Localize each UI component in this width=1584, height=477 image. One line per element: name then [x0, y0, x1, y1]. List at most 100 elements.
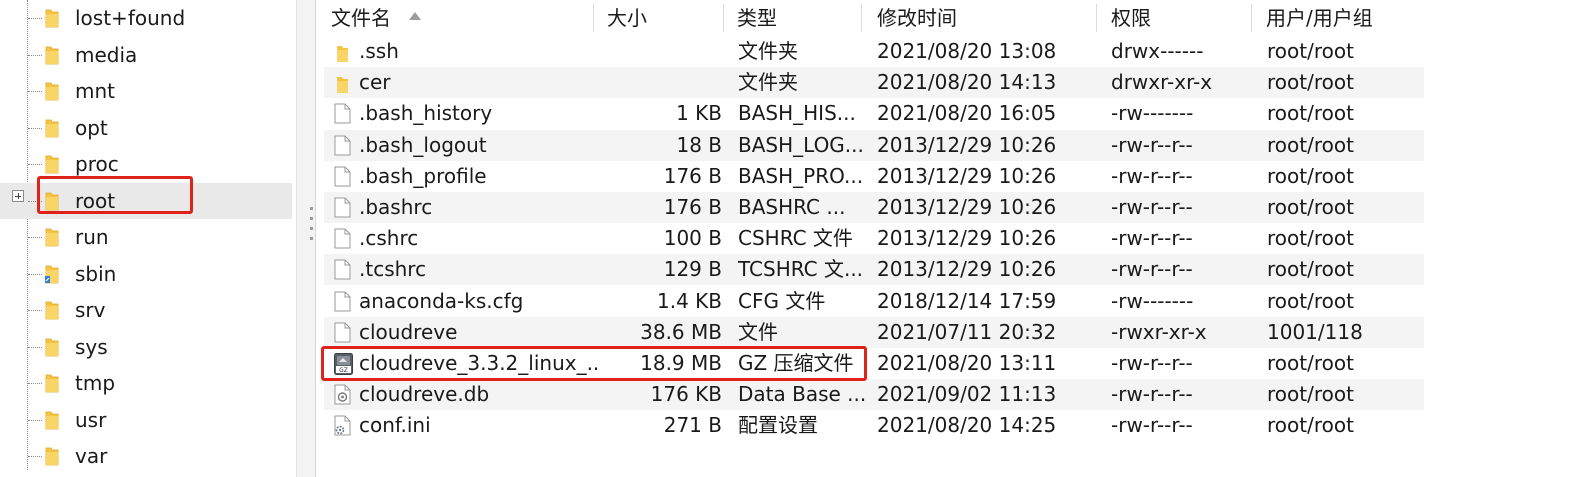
folder-link-icon: [45, 264, 59, 284]
file-owner: root/root: [1267, 39, 1354, 63]
file-row[interactable]: cer 文件夹 2021/08/20 14:13 drwxr-xr-x root/roo…: [324, 67, 1424, 99]
file-row[interactable]: anaconda-ks.cfg 1.4 KB CFG 文件 2018/12/14 17…: [324, 286, 1424, 317]
tree-item-tmp[interactable]: tmp: [0, 365, 292, 402]
file-modified: 2021/08/20 14:13: [877, 70, 1057, 95]
folder-icon: [45, 45, 59, 65]
file-row[interactable]: .ssh 文件夹 2021/08/20 13:08 drwx------ root/ro…: [324, 36, 1424, 67]
file-row[interactable]: cloudreve 38.6 MB 文件 2021/07/11 20:32 -rwxr-…: [324, 316, 1424, 348]
file-type: CSHRC 文件: [738, 226, 853, 251]
file-modified: 2021/08/20 13:11: [877, 351, 1057, 375]
file-name: .bash_profile: [359, 163, 487, 188]
file-row[interactable]: .cshrc 100 B CSHRC 文件 2013/12/29 10:26 -rw-r…: [324, 223, 1424, 254]
file-row[interactable]: conf.ini 271 B 配置设置 2021/08/20 14:25 -rw-r--…: [324, 410, 1424, 441]
file-permissions: drwxr-xr-x: [1111, 70, 1213, 95]
file-modified: 2021/08/20 16:05: [877, 101, 1057, 126]
column-header-size[interactable]: 大小: [607, 4, 647, 32]
file-size: 176 KB: [650, 382, 722, 407]
tree-item-label: media: [75, 42, 138, 67]
pane-splitter[interactable]: [297, 0, 316, 477]
column-separator[interactable]: [861, 4, 862, 32]
file-permissions: -rw-r--r--: [1111, 351, 1193, 375]
tree-connector: [28, 91, 42, 92]
file-type: 文件: [738, 319, 778, 344]
expand-root-icon[interactable]: [12, 190, 24, 202]
file-icon: [334, 322, 351, 343]
folder-icon: [45, 227, 59, 247]
file-size: 1 KB: [676, 101, 722, 126]
file-type: 文件夹: [738, 70, 798, 95]
file-modified: 2021/09/02 11:13: [877, 382, 1057, 407]
column-header-type[interactable]: 类型: [737, 4, 777, 32]
file-permissions: -rw-r--r--: [1111, 413, 1193, 438]
tree-item-sys[interactable]: sys: [0, 329, 292, 366]
file-row[interactable]: .bashrc 176 B BASHRC ... 2013/12/29 10:26 -r…: [324, 192, 1424, 223]
directory-tree: lost+found media mnt opt proc root run sbin srv s…: [0, 0, 297, 477]
file-owner: root/root: [1267, 132, 1354, 157]
tree-item-opt[interactable]: opt: [0, 110, 292, 147]
file-icon: [334, 135, 351, 156]
file-icon: [334, 197, 351, 218]
file-icon: [334, 166, 351, 187]
column-separator[interactable]: [723, 4, 724, 32]
file-modified: 2013/12/29 10:26: [877, 226, 1057, 251]
file-owner: root/root: [1267, 70, 1354, 95]
tree-item-srv[interactable]: srv: [0, 292, 292, 329]
column-separator[interactable]: [1096, 4, 1097, 32]
column-header-name[interactable]: 文件名: [331, 4, 391, 32]
folder-icon: [45, 118, 59, 138]
folder-icon: [45, 81, 59, 101]
file-permissions: -rw-r--r--: [1111, 163, 1193, 188]
file-row[interactable]: .bash_history 1 KB BASH_HIS... 2021/08/20 1…: [324, 98, 1424, 129]
folder-icon: [45, 446, 59, 466]
file-size: 100 B: [663, 226, 722, 251]
file-name: .cshrc: [359, 226, 419, 251]
folder-icon: [45, 8, 59, 28]
tree-item-label: sys: [75, 334, 108, 359]
tree-item-label: lost+found: [75, 6, 186, 30]
tree-item-run[interactable]: run: [0, 219, 292, 256]
file-permissions: drwx------: [1111, 39, 1204, 63]
file-icon: [334, 291, 351, 312]
folder-icon: [337, 43, 348, 62]
column-header-owner[interactable]: 用户/用户组: [1266, 4, 1373, 32]
tree-item-media[interactable]: media: [0, 37, 292, 74]
file-type: 文件夹: [738, 39, 798, 63]
tree-item-label: tmp: [75, 371, 116, 395]
tree-item-label: mnt: [75, 79, 115, 103]
folder-icon: [337, 74, 348, 94]
column-header-modified[interactable]: 修改时间: [877, 4, 957, 32]
tree-connector: [28, 419, 42, 421]
tree-item-mnt[interactable]: mnt: [0, 73, 292, 110]
file-name: .bash_logout: [359, 132, 487, 157]
file-type: BASHRC ...: [738, 195, 846, 219]
tree-item-var[interactable]: var: [0, 438, 292, 475]
file-icon: [334, 103, 351, 124]
file-type: Data Base ...: [738, 382, 867, 407]
file-owner: root/root: [1267, 413, 1354, 438]
file-row[interactable]: cloudreve.db 176 KB Data Base ... 2021/09/0…: [324, 379, 1424, 411]
file-list: 文件名 大小 类型 修改时间 权限 用户/用户组 .ssh 文件夹 2021/08/…: [316, 0, 1584, 477]
column-header-permissions[interactable]: 权限: [1111, 4, 1151, 32]
sort-ascending-icon: [409, 12, 421, 20]
tree-connector: [28, 164, 42, 165]
folder-icon: [45, 154, 59, 174]
file-permissions: -rw-r--r--: [1111, 257, 1193, 282]
file-owner: root/root: [1267, 226, 1354, 251]
file-name: conf.ini: [359, 413, 431, 438]
file-row[interactable]: .bash_profile 176 B BASH_PRO... 2013/12/29 …: [324, 161, 1424, 192]
file-list-header: 文件名 大小 类型 修改时间 权限 用户/用户组: [316, 0, 1584, 36]
tree-item-label: run: [75, 225, 109, 249]
tree-connector: [28, 383, 42, 384]
tree-connector: [28, 54, 42, 56]
file-row[interactable]: .tcshrc 129 B TCSHRC 文... 2013/12/29 10:26 -…: [324, 254, 1424, 286]
file-icon: [334, 259, 351, 280]
tree-item-label: srv: [75, 298, 106, 322]
file-size: 18 B: [676, 132, 722, 157]
file-row[interactable]: .bash_logout 18 B BASH_LOG... 2013/12/29 10…: [324, 129, 1424, 161]
tree-item-sbin[interactable]: sbin: [0, 256, 292, 293]
column-separator[interactable]: [593, 4, 594, 32]
file-highlight-box: [321, 346, 867, 381]
tree-item-lost-found[interactable]: lost+found: [0, 0, 292, 37]
column-separator[interactable]: [1251, 4, 1252, 32]
tree-item-usr[interactable]: usr: [0, 402, 292, 439]
